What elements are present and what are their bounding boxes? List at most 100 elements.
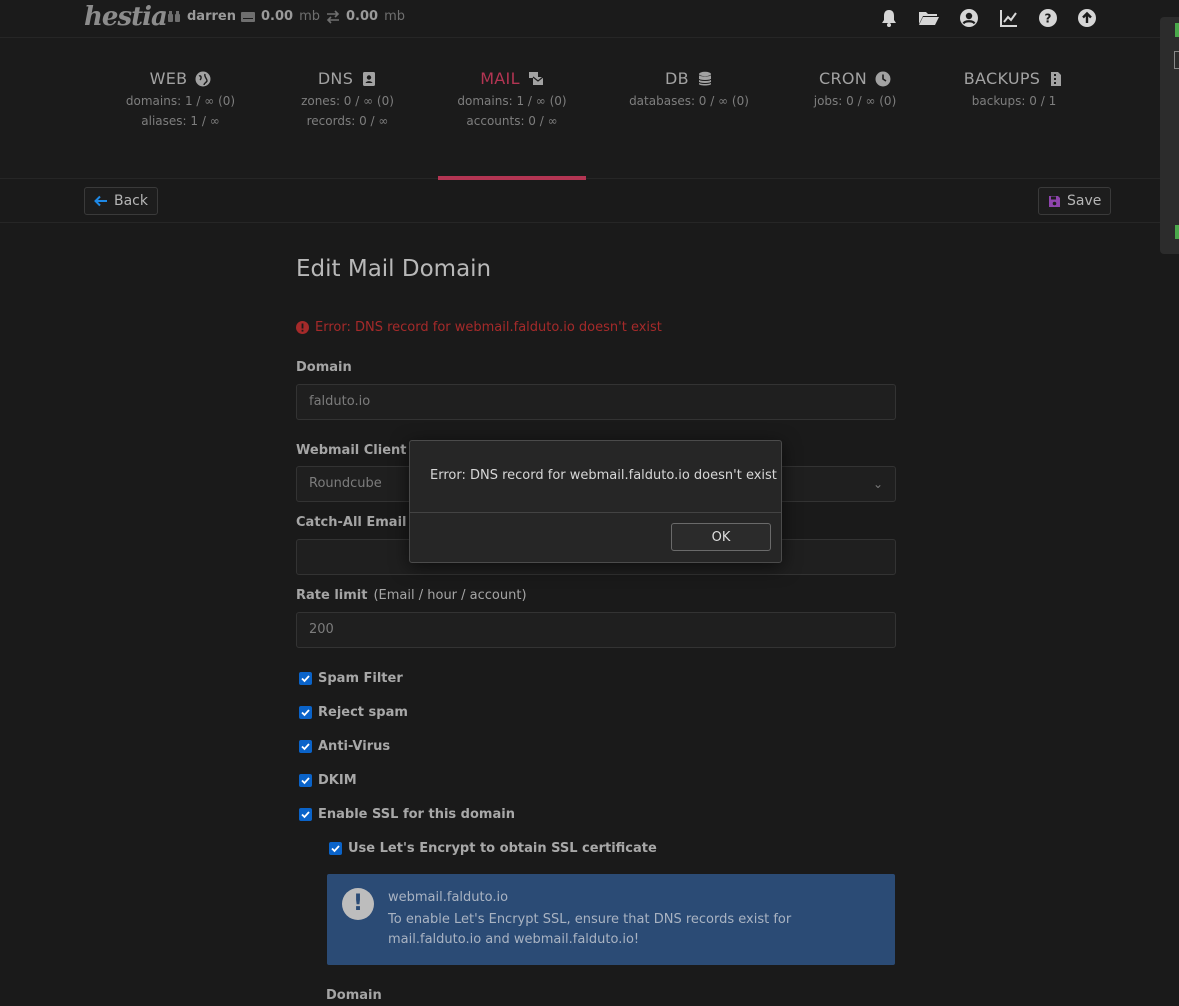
antivirus-checkbox[interactable]: Anti-Virus [299,739,390,754]
tab-backups-count: backups: 0 / 1 [971,94,1057,108]
database-icon [698,71,712,85]
toolbar: Back Save [0,180,1179,223]
alert-body: To enable Let's Encrypt SSL, ensure that… [388,912,792,947]
file-archive-icon [1051,71,1062,86]
address-book-icon [363,71,376,86]
reject-spam-checkbox[interactable]: Reject spam [299,705,408,720]
checkmark-icon [299,740,312,753]
spam-filter-checkbox[interactable]: Spam Filter [299,671,403,686]
username: darren [187,9,236,24]
tab-cron-jobs: jobs: 0 / ∞ (0) [813,94,897,108]
tab-dns[interactable]: DNS zones: 0 / ∞ (0) records: 0 / ∞ [280,38,415,178]
save-button[interactable]: Save [1038,187,1112,215]
domain-label: Domain [296,360,352,375]
clock-icon [875,71,891,86]
tab-mail[interactable]: MAIL domains: 1 / ∞ (0) accounts: 0 / ∞ [438,38,586,180]
chevron-down-icon: ⌄ [872,477,883,491]
status-indicator [1175,225,1179,239]
question-circle-icon[interactable]: ? [1038,8,1058,28]
tab-backups[interactable]: BACKUPS backups: 0 / 1 [948,38,1080,178]
tab-cron-label: CRON [818,69,868,88]
tab-web-label: WEB [149,69,188,88]
antivirus-label: Anti-Virus [318,739,391,754]
rate-limit-label: Rate limit (Email / hour / account) [296,588,527,603]
bandwidth-usage: 0.00 [346,9,379,24]
ok-button[interactable]: OK [671,523,771,551]
user-circle-icon[interactable] [959,8,979,28]
tab-db-databases: databases: 0 / ∞ (0) [629,94,749,108]
spam-filter-label: Spam Filter [318,671,403,686]
error-text: Error: DNS record for webmail.falduto.io… [315,320,662,335]
side-panel-handle[interactable] [1160,17,1179,254]
exclamation-circle-icon [296,321,309,334]
chart-line-icon[interactable] [999,8,1019,28]
rate-limit-sub: (Email / hour / account) [373,588,527,603]
user-stat[interactable]: darren [167,9,236,24]
reject-spam-label: Reject spam [318,705,408,720]
exclamation-circle-icon: ! [342,888,374,920]
rate-limit-input[interactable]: 200 [296,612,896,648]
letsencrypt-checkbox[interactable]: Use Let's Encrypt to obtain SSL certific… [329,841,657,856]
tab-cron[interactable]: CRON jobs: 0 / ∞ (0) [790,38,920,178]
dialog-message: Error: DNS record for webmail.falduto.io… [430,468,777,483]
ssl-label: Enable SSL for this domain [318,807,515,822]
binoculars-icon [168,10,180,22]
hard-drive-icon [241,11,255,22]
webmail-selected: Roundcube [309,476,382,491]
domain-input[interactable]: falduto.io [296,384,896,420]
error-dialog: Error: DNS record for webmail.falduto.io… [409,440,782,563]
checkmark-icon [299,706,312,719]
ssl-domain-label: Domain [326,988,382,1003]
svg-text:?: ? [1045,12,1052,26]
disk-unit: mb [299,9,320,24]
tab-mail-accounts: accounts: 0 / ∞ [466,114,558,128]
error-message: Error: DNS record for webmail.falduto.io… [296,320,662,335]
top-bar: hestia darren 0.00 mb 0.00 mb ? [0,0,1179,38]
ssl-checkbox[interactable]: Enable SSL for this domain [299,807,515,822]
checkmark-icon [299,808,312,821]
floppy-disk-icon [1049,195,1060,207]
save-label: Save [1067,193,1102,209]
ssl-info-alert: ! webmail.falduto.io To enable Let's Enc… [327,874,895,965]
tab-mail-domains: domains: 1 / ∞ (0) [457,94,567,108]
tab-web-domains: domains: 1 / ∞ (0) [125,94,236,108]
folder-open-icon[interactable] [918,8,940,28]
dkim-label: DKIM [318,773,357,788]
back-button[interactable]: Back [84,187,158,215]
webmail-label: Webmail Client [296,443,407,458]
back-label: Back [114,193,148,209]
tab-db[interactable]: DB databases: 0 / ∞ (0) [620,38,758,178]
globe-icon [195,71,211,86]
tab-backups-label: BACKUPS [963,69,1041,88]
exchange-icon [326,9,340,24]
bandwidth-unit: mb [384,9,405,24]
checkmark-icon [299,672,312,685]
mail-bulk-icon [528,71,544,85]
letsencrypt-label: Use Let's Encrypt to obtain SSL certific… [348,841,657,856]
alert-heading: webmail.falduto.io [388,890,509,905]
bandwidth-stat: 0.00 mb [326,9,405,24]
arrow-left-icon [94,195,107,207]
tab-dns-records: records: 0 / ∞ [306,114,389,128]
tab-db-label: DB [665,69,689,88]
catchall-label: Catch-All Email [296,515,407,530]
dialog-divider [410,512,781,513]
tab-web-aliases: aliases: 1 / ∞ [141,114,220,128]
checkmark-icon [329,842,342,855]
disk-usage: 0.00 [261,9,294,24]
main-tabs: WEB domains: 1 / ∞ (0) aliases: 1 / ∞ DN… [0,38,1179,180]
page-title: Edit Mail Domain [296,256,492,282]
bell-icon[interactable] [879,8,899,28]
tab-dns-label: DNS [317,69,354,88]
tab-mail-label: MAIL [480,69,520,88]
checkmark-icon [299,774,312,787]
disk-stat: 0.00 mb [241,9,320,24]
status-indicator [1175,23,1179,37]
tab-dns-zones: zones: 0 / ∞ (0) [301,94,394,108]
logo[interactable]: hestia [84,2,168,32]
tab-web[interactable]: WEB domains: 1 / ∞ (0) aliases: 1 / ∞ [113,38,248,178]
bracket-icon [1174,51,1179,69]
dkim-checkbox[interactable]: DKIM [299,773,357,788]
arrow-up-circle-icon[interactable] [1077,8,1097,28]
rate-limit-title: Rate limit [296,588,368,603]
